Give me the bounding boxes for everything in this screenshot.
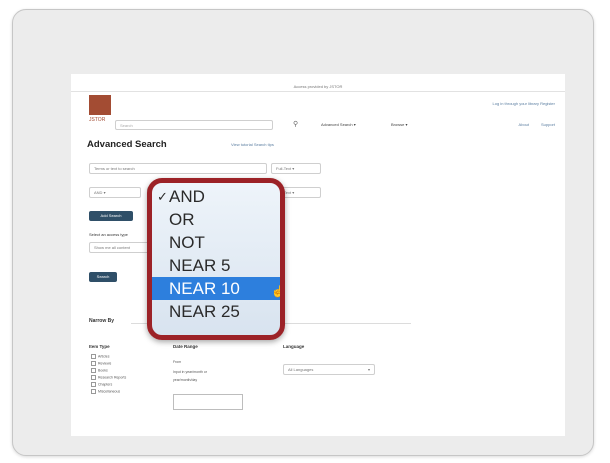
date-hint-line: Input in year/month or: [173, 370, 208, 374]
operator-option-not[interactable]: NOT: [152, 231, 280, 254]
field-select[interactable]: Full-Text ▾: [271, 163, 321, 174]
search-icon[interactable]: ⚲: [293, 120, 298, 128]
operator-option-near-25[interactable]: NEAR 25: [152, 300, 280, 323]
item-type-checkbox[interactable]: Articles: [91, 354, 109, 359]
item-type-checkbox[interactable]: Books: [91, 368, 108, 373]
title-help-links[interactable]: View tutorial Search tips: [231, 142, 274, 147]
browser-screen: Access provided by JSTOR JSTOR Log in th…: [71, 74, 565, 436]
nav-browse[interactable]: Browse ▾: [391, 122, 407, 127]
item-type-checkbox[interactable]: Chapters: [91, 382, 112, 387]
operator-option-near-10[interactable]: NEAR 10 ☝: [152, 277, 280, 300]
language-select[interactable]: All Languages ▾: [283, 364, 375, 375]
operator-option-and[interactable]: ✓ AND: [152, 185, 280, 208]
operator-option-label: NEAR 5: [169, 256, 231, 275]
item-type-heading: Item Type: [89, 344, 110, 349]
operator-option-label: NOT: [169, 233, 205, 252]
operator-option-label: OR: [169, 210, 195, 229]
date-from-label: From: [173, 360, 182, 364]
operator-option-label: NEAR 10: [169, 279, 240, 298]
add-search-row-button[interactable]: Add Search: [89, 211, 133, 221]
checkmark-icon: ✓: [157, 189, 168, 204]
nav-advanced-search[interactable]: Advanced Search ▾: [321, 122, 356, 127]
page-title: Advanced Search: [87, 139, 167, 150]
search-input[interactable]: Search: [115, 120, 273, 130]
item-type-checkbox[interactable]: Miscellaneous: [91, 389, 120, 394]
date-range-heading: Date Range: [173, 344, 198, 349]
chevron-down-icon: ▾: [367, 367, 370, 372]
date-hint-line: year/month/day: [173, 378, 198, 382]
date-from-input[interactable]: [173, 394, 243, 410]
tablet-frame: Access provided by JSTOR JSTOR Log in th…: [12, 9, 594, 456]
logo-mark-icon: [89, 95, 111, 115]
jstor-logo[interactable]: JSTOR: [89, 95, 111, 123]
operator-option-near-5[interactable]: NEAR 5: [152, 254, 280, 277]
header-divider: [71, 91, 565, 92]
field-select-value: Full-Text: [276, 166, 292, 171]
nav-about[interactable]: About: [519, 122, 529, 127]
nav-browse-label: Browse: [391, 122, 405, 127]
item-type-checkbox[interactable]: Reviews: [91, 361, 111, 366]
search-button[interactable]: Search: [89, 272, 117, 282]
nav-advanced-search-label: Advanced Search: [321, 122, 353, 127]
operator-select[interactable]: AND ▾: [89, 187, 141, 198]
operator-option-or[interactable]: OR: [152, 208, 280, 231]
language-heading: Language: [283, 344, 305, 349]
access-banner: Access provided by JSTOR: [293, 84, 343, 89]
narrow-by-heading: Narrow By: [89, 318, 115, 324]
item-type-checkbox[interactable]: Research Reports: [91, 375, 126, 380]
operator-select-value: AND: [94, 190, 103, 195]
operator-option-label: AND: [169, 187, 205, 206]
logo-text: JSTOR: [89, 117, 106, 123]
account-links[interactable]: Log in through your library Register: [493, 101, 555, 106]
operator-dropdown-menu[interactable]: ✓ AND OR NOT NEAR 5 NEAR 10 ☝ NEAR 25: [147, 178, 285, 340]
language-select-value: All Languages: [288, 367, 314, 372]
query-input[interactable]: Terms or text to search: [89, 163, 267, 174]
operator-option-label: NEAR 25: [169, 302, 240, 321]
nav-support[interactable]: Support: [541, 122, 555, 127]
access-type-label: Select an access type: [89, 232, 128, 237]
